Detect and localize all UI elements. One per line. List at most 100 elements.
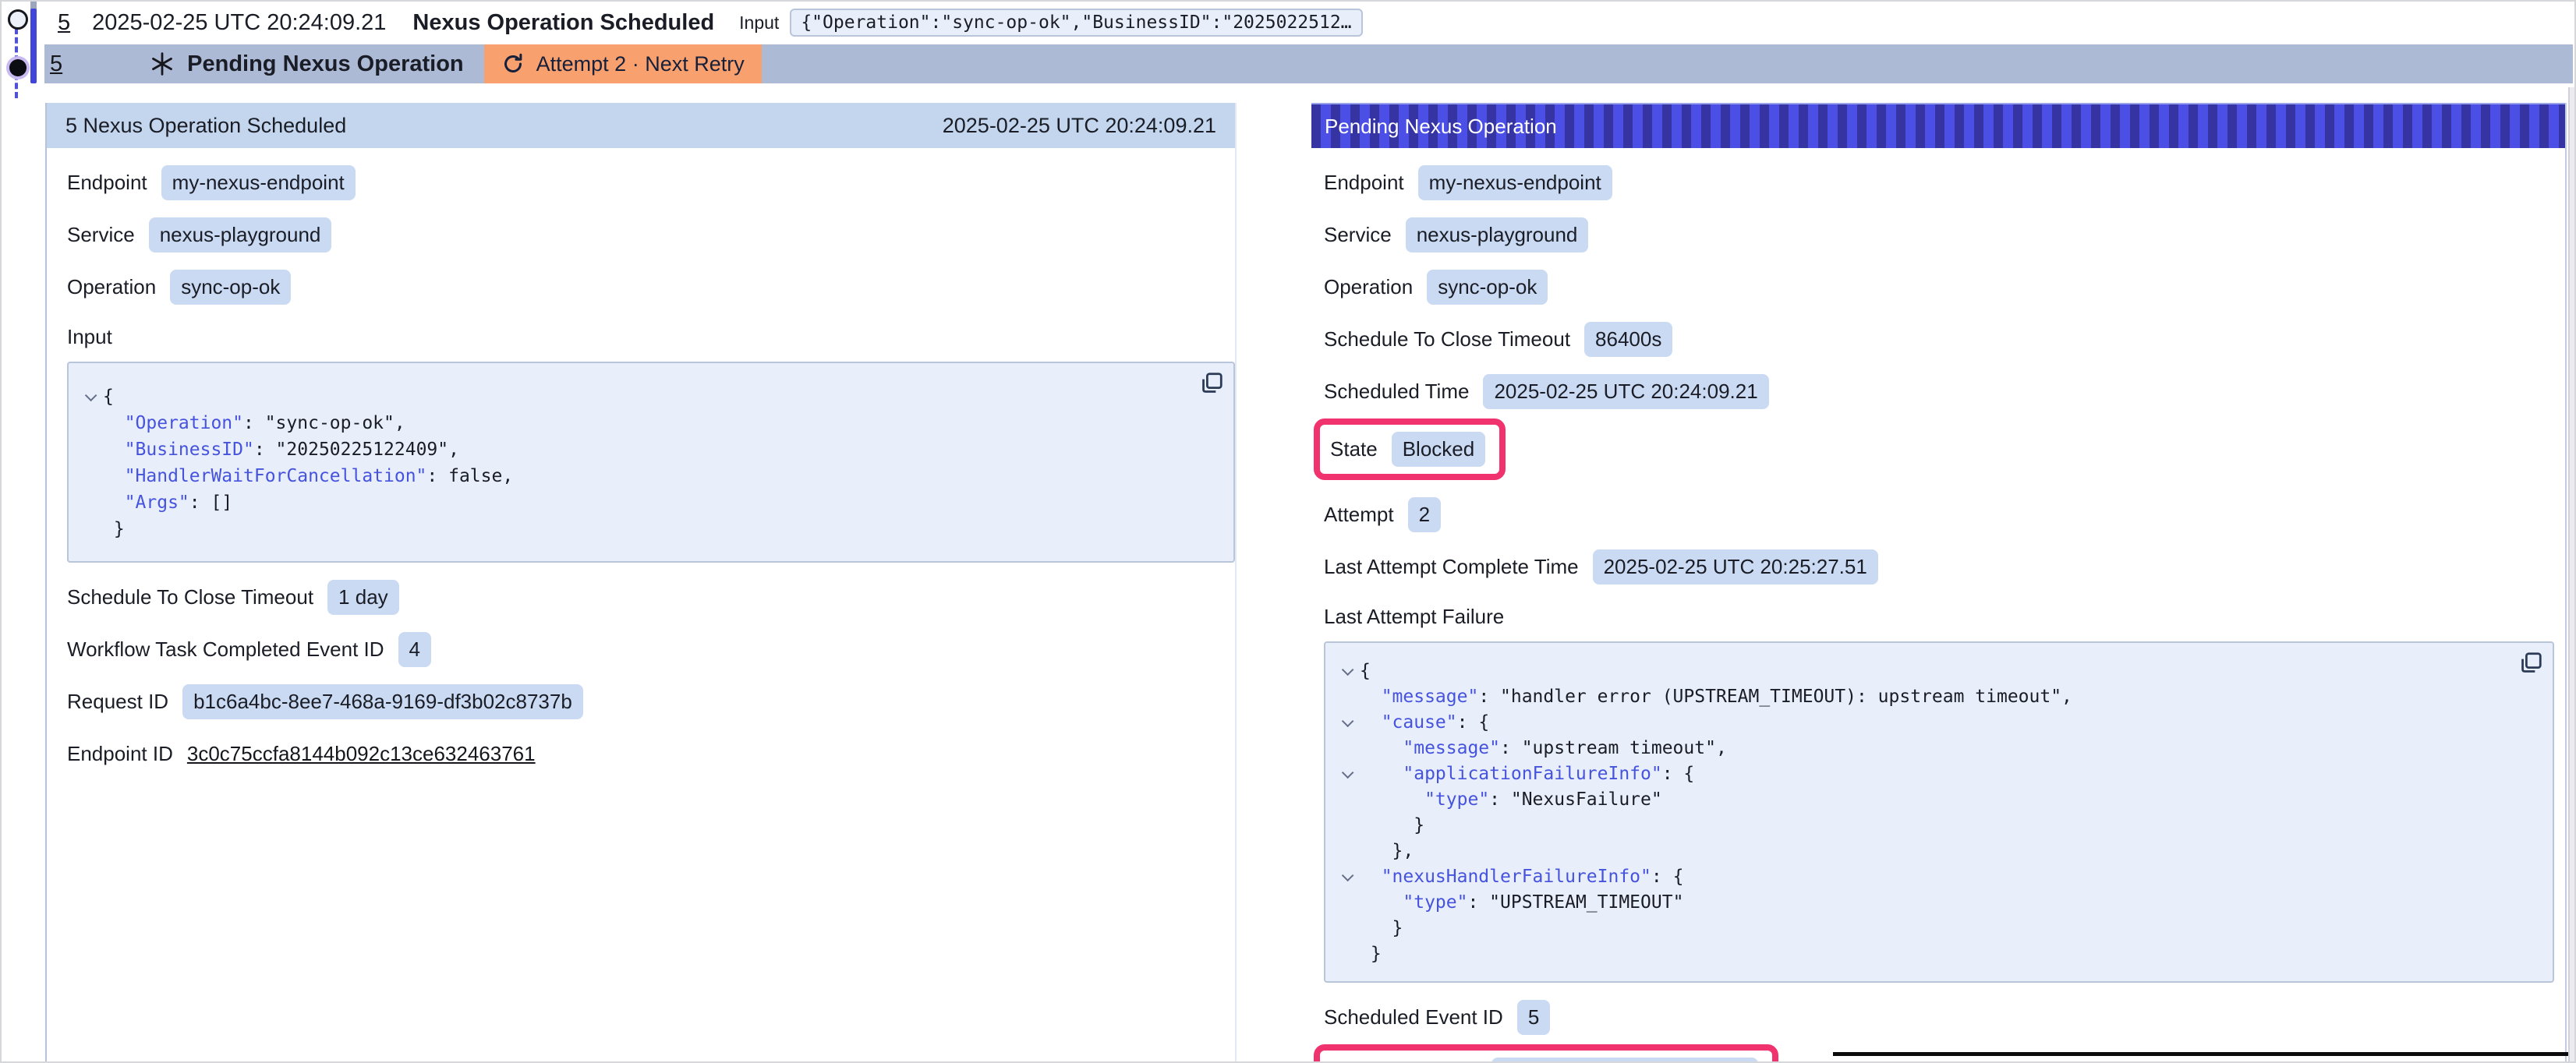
- event-title: Nexus Operation Scheduled: [412, 10, 714, 36]
- operation-label: Operation: [1324, 275, 1413, 299]
- json-line: "cause": {: [1332, 710, 2537, 736]
- panel-header: 5 Nexus Operation Scheduled 2025-02-25 U…: [47, 103, 1235, 148]
- collapse-chevron-icon[interactable]: [1332, 710, 1360, 736]
- copy-button[interactable]: [2518, 652, 2542, 676]
- json-text: "applicationFailureInfo": {: [1360, 761, 1694, 787]
- json-line: },: [1332, 839, 2537, 864]
- schedule-to-close-timeout-label: Schedule To Close Timeout: [1324, 327, 1570, 351]
- json-line: "BusinessID": "20250225122409",: [75, 436, 1218, 463]
- field-state: StateBlocked: [1324, 418, 2565, 480]
- gutter-spacer: [1332, 684, 1360, 710]
- panel-title: Pending Nexus Operation: [1325, 115, 1557, 139]
- blocked-reason-highlight-annotation: Blocked ReasonThe circuit breaker is ope…: [1314, 1044, 1778, 1063]
- field-endpoint-id: Endpoint ID3c0c75ccfa8144b092c13ce632463…: [67, 736, 1235, 771]
- gutter-spacer: [1332, 941, 1360, 967]
- scheduled-time-label: Scheduled Time: [1324, 380, 1469, 404]
- temporal-event-history-screen: 5 2025-02-25 UTC 20:24:09.21 Nexus Opera…: [0, 0, 2576, 1063]
- endpoint-label: Endpoint: [1324, 171, 1404, 195]
- pending-asterisk-icon: [150, 51, 175, 76]
- json-line: }: [75, 516, 1218, 542]
- pending-event-node-icon: [9, 59, 27, 76]
- scheduled-event-node-icon: [8, 9, 28, 30]
- event-timeline-gutter: [2, 2, 44, 103]
- scrollbar-track[interactable]: [2568, 87, 2574, 1061]
- json-text: }: [1360, 813, 1424, 839]
- service-value-badge: nexus-playground: [149, 217, 332, 253]
- scheduled-event-id-label: Scheduled Event ID: [1324, 1005, 1503, 1029]
- collapse-chevron-icon[interactable]: [1332, 761, 1360, 787]
- failure-json-viewer: {"message": "handler error (UPSTREAM_TIM…: [1324, 641, 2554, 983]
- request-id-value-badge: b1c6a4bc-8ee7-468a-9169-df3b02c8737b: [182, 684, 583, 719]
- event-row-pending-nexus-operation[interactable]: 5 Pending Nexus Operation Attempt 2 · Ne…: [44, 44, 2573, 83]
- collapse-chevron-icon[interactable]: [1332, 864, 1360, 890]
- gutter-spacer: [1332, 839, 1360, 864]
- field-scheduled-time: Scheduled Time2025-02-25 UTC 20:24:09.21: [1324, 374, 2565, 409]
- field-operation: Operation sync-op-ok: [67, 270, 1235, 305]
- json-line: "applicationFailureInfo": {: [1332, 761, 2537, 787]
- scheduled-event-id-value-badge: 5: [1517, 1000, 1550, 1035]
- attempt-label: Attempt: [1324, 503, 1394, 527]
- event-id-link[interactable]: 5: [50, 51, 62, 77]
- gutter-spacer: [75, 436, 103, 463]
- detail-panel-nexus-operation-scheduled: 5 Nexus Operation Scheduled 2025-02-25 U…: [45, 103, 1237, 1061]
- retry-attempt-badge: Attempt 2 · Next Retry: [484, 44, 762, 83]
- json-line: "type": "UPSTREAM_TIMEOUT": [1332, 890, 2537, 916]
- gutter-spacer: [1332, 787, 1360, 813]
- field-scheduled-event-id: Scheduled Event ID 5: [1324, 1000, 2565, 1035]
- field-last-attempt-complete-time: Last Attempt Complete Time 2025-02-25 UTC…: [1324, 549, 2565, 584]
- field-request-id: Request IDb1c6a4bc-8ee7-468a-9169-df3b02…: [67, 684, 1235, 719]
- event-row-nexus-operation-scheduled[interactable]: 5 2025-02-25 UTC 20:24:09.21 Nexus Opera…: [45, 3, 2571, 42]
- state-value-badge: Blocked: [1392, 432, 1486, 467]
- json-text: "message": "handler error (UPSTREAM_TIME…: [1360, 684, 2072, 710]
- field-attempt: Attempt2: [1324, 497, 2565, 532]
- last-attempt-complete-time-label: Last Attempt Complete Time: [1324, 555, 1579, 579]
- panel-title: 5 Nexus Operation Scheduled: [65, 114, 346, 138]
- input-json-preview: {"Operation":"sync-op-ok","BusinessID":"…: [790, 9, 1362, 37]
- field-endpoint: Endpointmy-nexus-endpoint: [67, 165, 1235, 200]
- schedule-to-close-timeout-value-badge: 86400s: [1584, 322, 1672, 357]
- collapse-chevron-icon[interactable]: [1332, 659, 1360, 684]
- json-text: "HandlerWaitForCancellation": false,: [103, 463, 513, 489]
- copy-button[interactable]: [1199, 373, 1223, 396]
- json-text: "message": "upstream timeout",: [1360, 736, 1727, 761]
- json-line: "type": "NexusFailure": [1332, 787, 2537, 813]
- gutter-spacer: [1332, 736, 1360, 761]
- workflow-task-completed-event-id-label: Workflow Task Completed Event ID: [67, 637, 384, 662]
- gutter-spacer: [1332, 916, 1360, 941]
- field-workflow-task-completed-event-id: Workflow Task Completed Event ID 4: [67, 632, 1235, 667]
- field-endpoint: Endpoint my-nexus-endpoint: [1324, 165, 2565, 200]
- operation-value-badge: sync-op-ok: [170, 270, 291, 305]
- json-line: "Operation": "sync-op-ok",: [75, 410, 1218, 436]
- schedule-to-close-timeout-value-badge: 1 day: [327, 580, 399, 615]
- last-attempt-complete-time-value-badge: 2025-02-25 UTC 20:25:27.51: [1593, 549, 1878, 584]
- json-line: "nexusHandlerFailureInfo": {: [1332, 864, 2537, 890]
- json-text: "type": "UPSTREAM_TIMEOUT": [1360, 890, 1683, 916]
- event-id-link[interactable]: 5: [58, 10, 70, 36]
- workflow-task-completed-event-id-value-badge: 4: [398, 632, 431, 667]
- json-line: "Args": []: [75, 489, 1218, 516]
- json-text: "cause": {: [1360, 710, 1489, 736]
- json-line: {: [75, 383, 1218, 410]
- endpoint-id-link[interactable]: 3c0c75ccfa8144b092c13ce632463761: [187, 742, 536, 766]
- json-text: {: [103, 383, 114, 410]
- endpoint-value-badge: my-nexus-endpoint: [1418, 165, 1612, 200]
- state-highlight-annotation: StateBlocked: [1314, 418, 1506, 480]
- json-line: {: [1332, 659, 2537, 684]
- gutter-spacer: [75, 410, 103, 436]
- json-text: }: [1360, 941, 1382, 967]
- input-column-label: Input: [739, 12, 779, 34]
- field-operation: Operationsync-op-ok: [1324, 270, 2565, 305]
- detail-panel-pending-nexus-operation: Pending Nexus Operation Endpoint my-nexus…: [1311, 103, 2567, 1061]
- service-label: Service: [67, 223, 135, 247]
- json-text: "nexusHandlerFailureInfo": {: [1360, 864, 1683, 890]
- operation-label: Operation: [67, 275, 156, 299]
- failure-section-label: Last Attempt Failure: [1324, 605, 2565, 629]
- collapse-chevron-icon[interactable]: [75, 383, 103, 410]
- field-service: Service nexus-playground: [67, 217, 1235, 253]
- gutter-spacer: [75, 463, 103, 489]
- gutter-spacer: [75, 516, 103, 542]
- field-service: Servicenexus-playground: [1324, 217, 2565, 253]
- json-line: "HandlerWaitForCancellation": false,: [75, 463, 1218, 489]
- input-section-label: Input: [67, 325, 1235, 349]
- gutter-spacer: [1332, 813, 1360, 839]
